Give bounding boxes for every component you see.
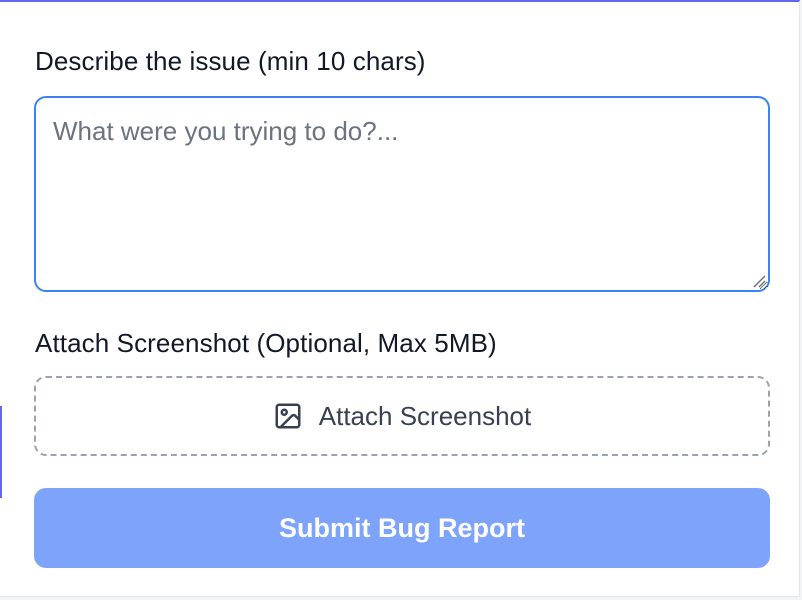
- attach-screenshot-button[interactable]: Attach Screenshot: [34, 376, 770, 456]
- issue-description-field-wrapper: [34, 96, 770, 292]
- panel-edge-accent: [0, 406, 2, 498]
- issue-description-textarea[interactable]: [34, 96, 770, 292]
- attach-screenshot-button-label: Attach Screenshot: [318, 400, 532, 431]
- attach-screenshot-label: Attach Screenshot (Optional, Max 5MB): [35, 328, 497, 358]
- issue-description-label: Describe the issue (min 10 chars): [35, 46, 426, 76]
- image-icon: [273, 401, 303, 431]
- bug-report-panel: Describe the issue (min 10 chars) Attach…: [0, 0, 800, 597]
- submit-bug-report-button[interactable]: Submit Bug Report: [34, 488, 770, 568]
